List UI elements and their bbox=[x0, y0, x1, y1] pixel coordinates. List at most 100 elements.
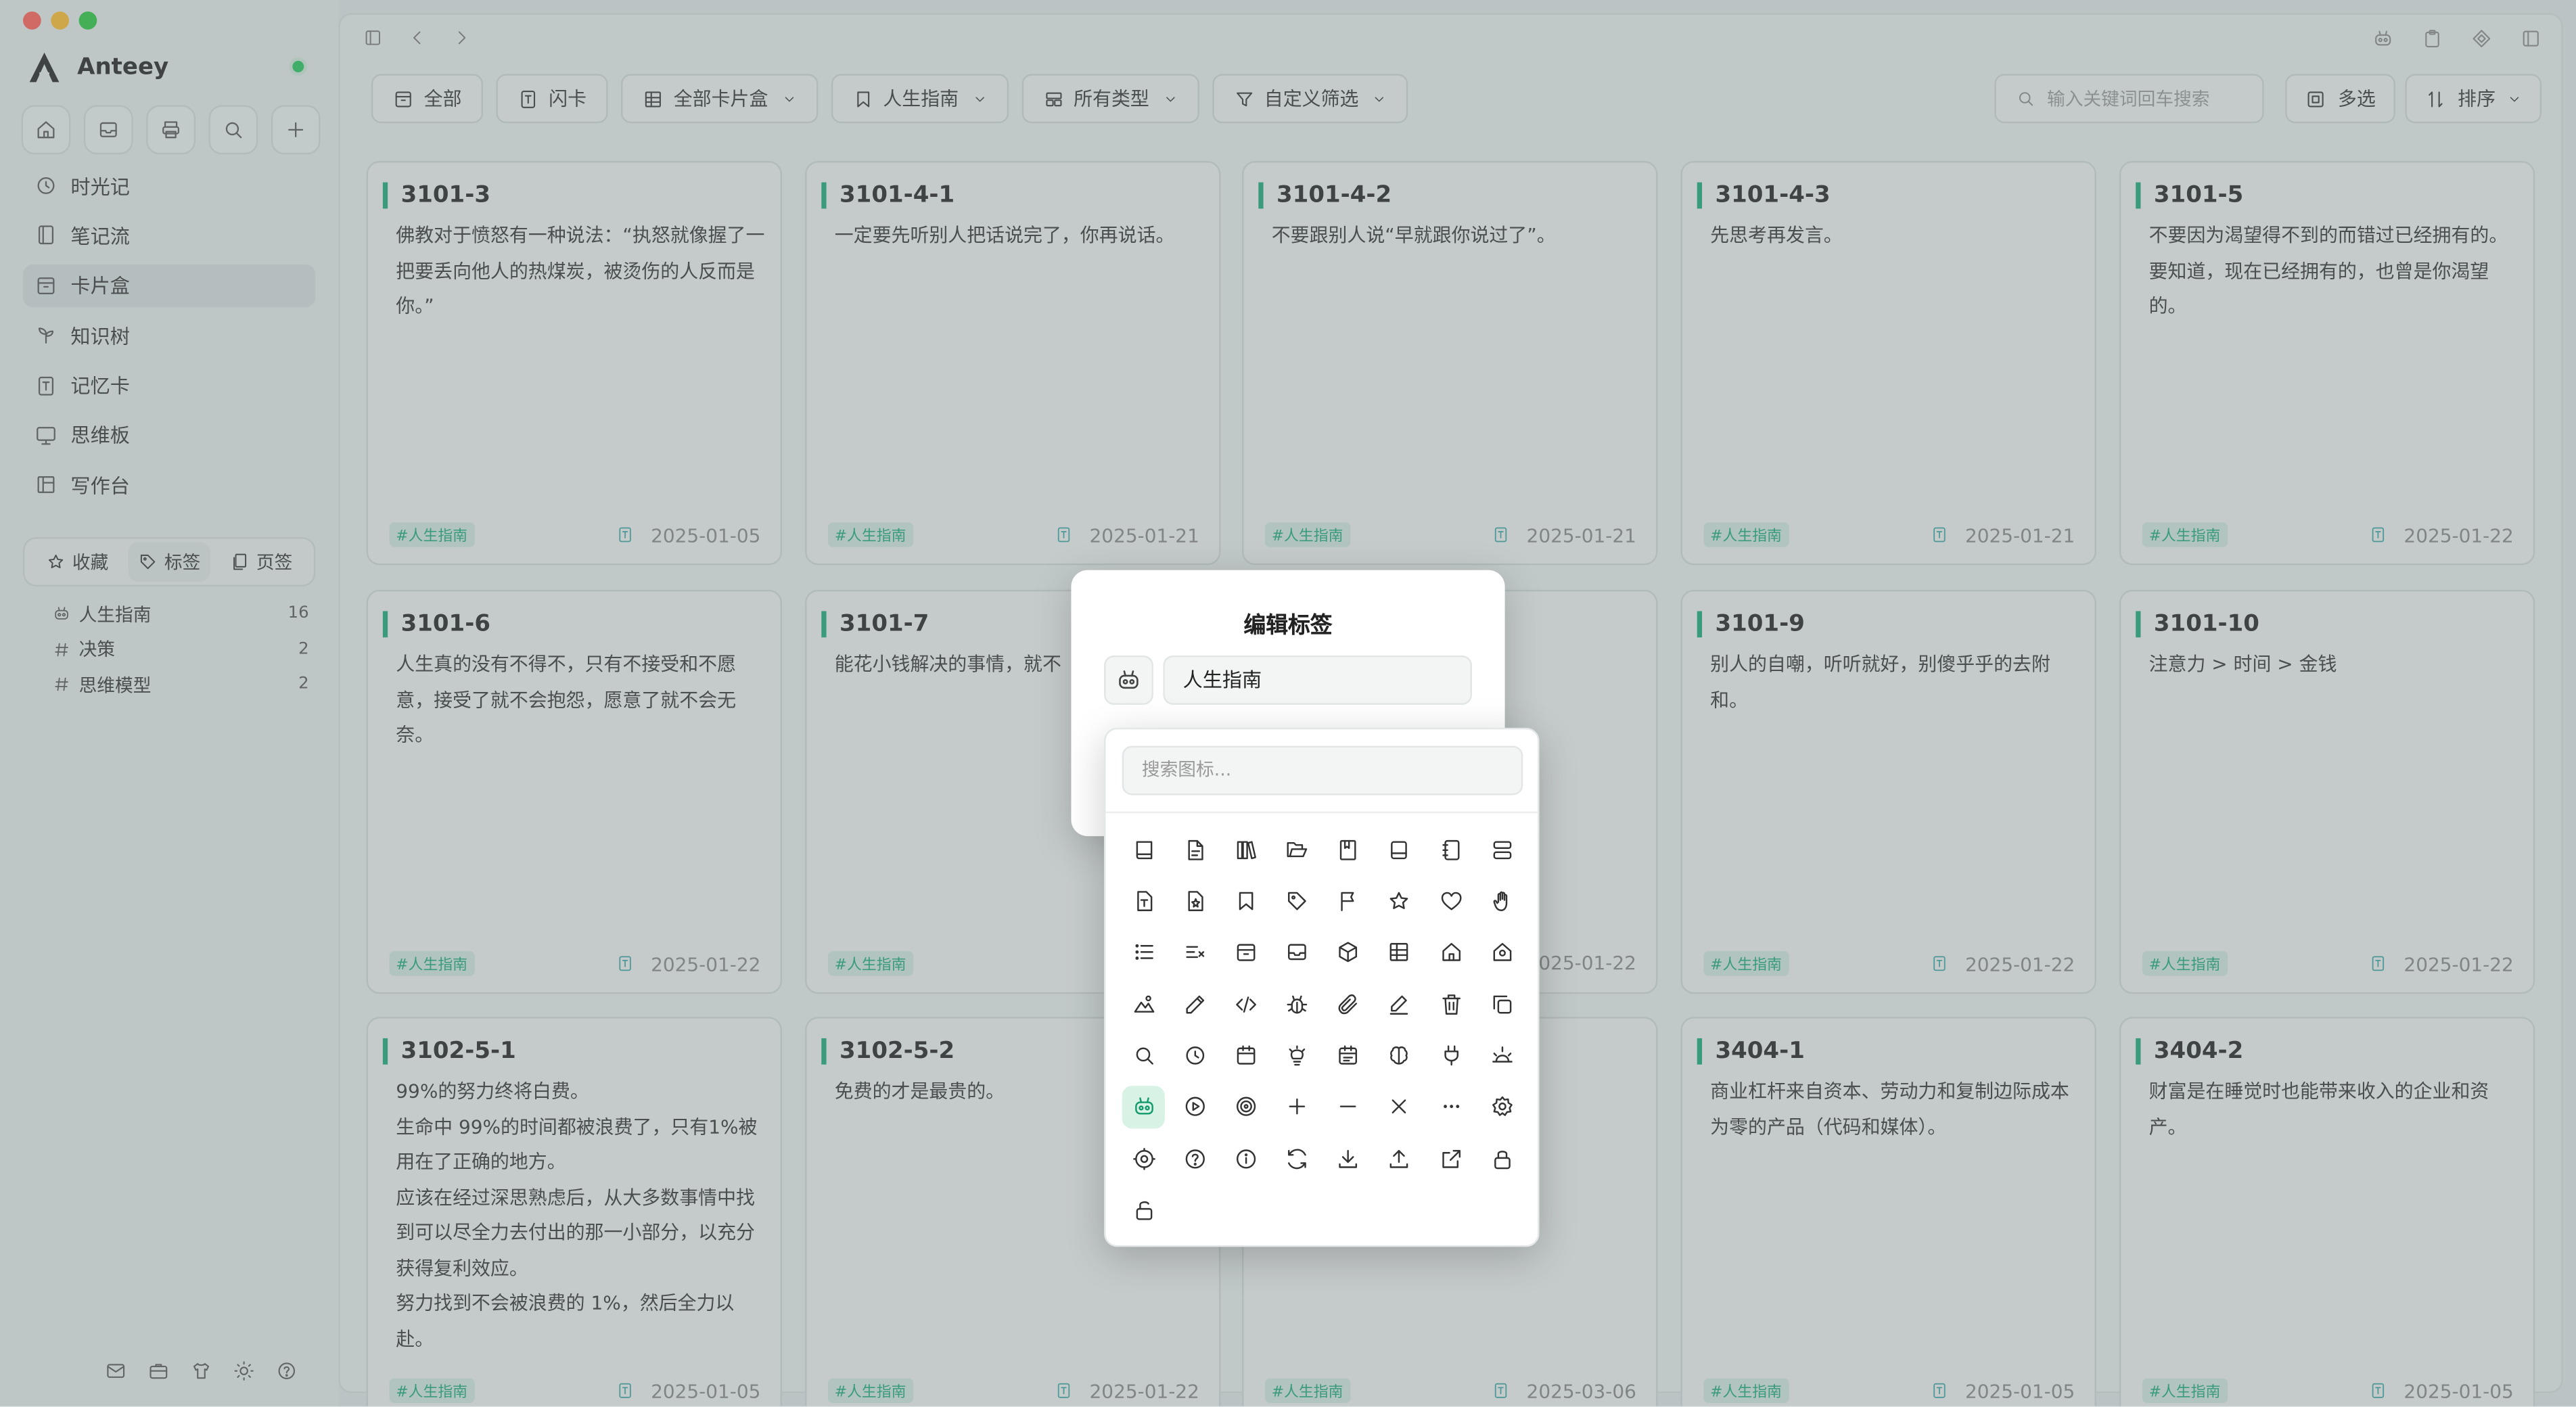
star-icon bbox=[1387, 889, 1412, 913]
icon-option[interactable] bbox=[1327, 1086, 1370, 1128]
icon-option[interactable] bbox=[1224, 931, 1267, 973]
calendar-icon bbox=[1234, 1043, 1258, 1067]
icon-option[interactable] bbox=[1378, 983, 1421, 1025]
help-icon bbox=[1182, 1147, 1207, 1171]
heart-icon bbox=[1439, 889, 1463, 913]
icon-option[interactable] bbox=[1122, 1137, 1165, 1180]
icon-search-input[interactable]: 搜索图标... bbox=[1122, 745, 1523, 795]
calendar-text-icon bbox=[1336, 1043, 1360, 1067]
target-icon bbox=[1234, 1095, 1258, 1120]
icon-option[interactable] bbox=[1122, 1086, 1165, 1129]
file-star-icon bbox=[1182, 889, 1207, 913]
icon-option[interactable] bbox=[1378, 828, 1421, 871]
icon-option[interactable] bbox=[1224, 828, 1267, 871]
icon-option[interactable] bbox=[1378, 879, 1421, 922]
icon-option[interactable] bbox=[1429, 828, 1472, 871]
icon-option[interactable] bbox=[1173, 931, 1216, 973]
plus-icon bbox=[1285, 1095, 1309, 1120]
icon-option[interactable] bbox=[1122, 1189, 1165, 1232]
upload-icon bbox=[1387, 1147, 1412, 1171]
brain-icon bbox=[1387, 1043, 1412, 1067]
icon-option[interactable] bbox=[1173, 828, 1216, 871]
settings-icon bbox=[1490, 1095, 1514, 1120]
tag-icon-picker-button[interactable] bbox=[1104, 655, 1153, 705]
icon-option[interactable] bbox=[1481, 1034, 1523, 1077]
bookmark-icon bbox=[1234, 889, 1258, 913]
icon-option[interactable] bbox=[1429, 1137, 1472, 1180]
icon-option[interactable] bbox=[1327, 1137, 1370, 1180]
icon-option[interactable] bbox=[1173, 1034, 1216, 1077]
icon-option[interactable] bbox=[1327, 983, 1370, 1025]
icon-option[interactable] bbox=[1224, 879, 1267, 922]
icon-option[interactable] bbox=[1224, 1034, 1267, 1077]
icon-option[interactable] bbox=[1224, 983, 1267, 1025]
icon-option[interactable] bbox=[1429, 1034, 1472, 1077]
icon-option[interactable] bbox=[1122, 1034, 1165, 1077]
minus-icon bbox=[1336, 1095, 1360, 1120]
icon-option[interactable] bbox=[1481, 983, 1523, 1025]
icon-option[interactable] bbox=[1122, 983, 1165, 1025]
icon-option[interactable] bbox=[1378, 1137, 1421, 1180]
box-3d-icon bbox=[1336, 940, 1360, 965]
bug-icon bbox=[1285, 992, 1309, 1016]
icon-option[interactable] bbox=[1276, 828, 1318, 871]
pen-line-icon bbox=[1387, 992, 1412, 1016]
icon-option[interactable] bbox=[1122, 828, 1165, 871]
icon-option[interactable] bbox=[1429, 879, 1472, 922]
hill-icon bbox=[1131, 992, 1155, 1016]
icon-option[interactable] bbox=[1224, 1137, 1267, 1180]
folder-open-icon bbox=[1285, 837, 1309, 861]
hand-icon bbox=[1490, 889, 1514, 913]
download-icon bbox=[1336, 1147, 1360, 1171]
home-icon bbox=[1439, 940, 1463, 965]
tag-icon bbox=[1285, 889, 1309, 913]
icon-option[interactable] bbox=[1378, 1086, 1421, 1128]
icon-option[interactable] bbox=[1327, 828, 1370, 871]
notebook-tabs-icon bbox=[1439, 837, 1463, 861]
list-icon bbox=[1131, 940, 1155, 965]
icon-option[interactable] bbox=[1173, 983, 1216, 1025]
robot-icon bbox=[1131, 1095, 1155, 1120]
file-text-icon bbox=[1182, 837, 1207, 861]
icon-option[interactable] bbox=[1378, 931, 1421, 973]
icon-option[interactable] bbox=[1429, 1086, 1472, 1128]
grid-icon bbox=[1387, 940, 1412, 965]
icon-option[interactable] bbox=[1327, 1034, 1370, 1077]
sunrise-icon bbox=[1490, 1043, 1514, 1067]
icon-option[interactable] bbox=[1429, 983, 1472, 1025]
file-type-icon bbox=[1131, 889, 1155, 913]
icon-option[interactable] bbox=[1327, 879, 1370, 922]
notebook-icon bbox=[1387, 837, 1412, 861]
icon-option[interactable] bbox=[1276, 1034, 1318, 1077]
icon-option[interactable] bbox=[1276, 983, 1318, 1025]
plug-icon bbox=[1439, 1043, 1463, 1067]
icon-option[interactable] bbox=[1276, 879, 1318, 922]
icon-option[interactable] bbox=[1224, 1086, 1267, 1128]
icon-option[interactable] bbox=[1481, 879, 1523, 922]
icon-option[interactable] bbox=[1481, 828, 1523, 871]
books-icon bbox=[1234, 837, 1258, 861]
icon-option[interactable] bbox=[1122, 931, 1165, 973]
icon-picker-popover: 搜索图标... bbox=[1104, 727, 1540, 1247]
icon-option[interactable] bbox=[1276, 1137, 1318, 1180]
icon-option[interactable] bbox=[1276, 1086, 1318, 1128]
code-icon bbox=[1234, 992, 1258, 1016]
icon-option[interactable] bbox=[1173, 1137, 1216, 1180]
icon-option[interactable] bbox=[1481, 1086, 1523, 1128]
archive-icon bbox=[1234, 940, 1258, 965]
dialog-title: 编辑标签 bbox=[1243, 612, 1333, 639]
icon-option[interactable] bbox=[1122, 879, 1165, 922]
icon-option[interactable] bbox=[1481, 931, 1523, 973]
icon-option[interactable] bbox=[1481, 1137, 1523, 1180]
x-icon bbox=[1387, 1095, 1412, 1120]
icon-option[interactable] bbox=[1378, 1034, 1421, 1077]
icon-option[interactable] bbox=[1276, 931, 1318, 973]
tag-name-input[interactable]: 人生指南 bbox=[1163, 655, 1473, 705]
icon-option[interactable] bbox=[1173, 1086, 1216, 1128]
external-link-icon bbox=[1439, 1147, 1463, 1171]
icon-option[interactable] bbox=[1327, 931, 1370, 973]
icon-option[interactable] bbox=[1173, 879, 1216, 922]
more-icon bbox=[1439, 1095, 1463, 1120]
icon-option[interactable] bbox=[1429, 931, 1472, 973]
book-marked-icon bbox=[1336, 837, 1360, 861]
